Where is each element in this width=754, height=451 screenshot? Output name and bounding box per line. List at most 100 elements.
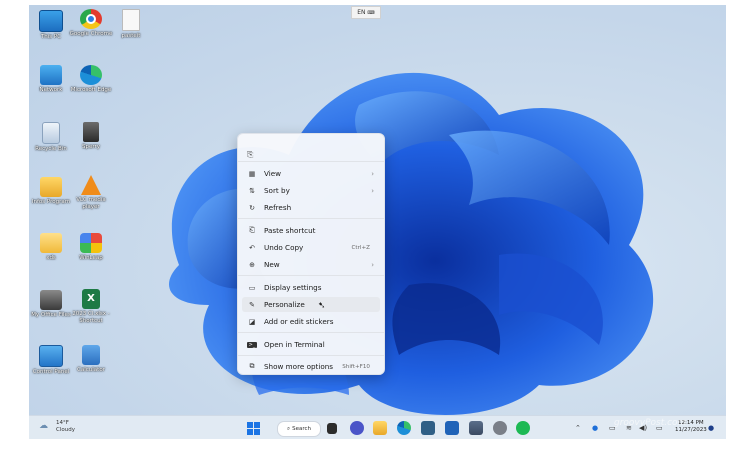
language-indicator[interactable]: EN ⌨: [351, 6, 381, 19]
network-icon: [40, 65, 62, 85]
watermark-text: groovyPost.com: [614, 418, 687, 428]
desktop-icon-my-office-files[interactable]: My Office Files: [29, 290, 73, 319]
desktop-icon-sperry[interactable]: Sperry: [69, 122, 113, 151]
desktop-icon-network[interactable]: Network: [29, 65, 73, 94]
menu-item-refresh[interactable]: ↻ Refresh: [242, 200, 380, 215]
desktop-icon-label: Infos Program: [31, 199, 71, 205]
tray-app-icon[interactable]: ●: [592, 424, 598, 432]
chevron-up-icon[interactable]: ⌃: [575, 424, 581, 432]
refresh-icon: ↻: [249, 203, 255, 212]
desktop-icon-xds[interactable]: xds: [29, 233, 73, 262]
desktop-icon-label: xds: [46, 255, 56, 261]
taskbar-search[interactable]: ⌕ Search: [277, 421, 321, 437]
desktop-icon-label: Google Chrome: [69, 31, 113, 37]
excel-icon: X: [82, 289, 100, 309]
desktop-icon-control-panel[interactable]: Control Panel: [29, 345, 73, 376]
menu-item-label: Show more options: [264, 362, 334, 371]
desktop-icon-excel-shortcut[interactable]: X 2023 Cl.xlsx - Shortcut: [69, 289, 113, 325]
office-files-icon: [40, 290, 62, 310]
desktop-icon-label: Recycle Bin: [35, 146, 67, 152]
desktop-icon-label: This PC: [40, 34, 62, 40]
desktop-icon-this-pc[interactable]: This PC: [29, 10, 73, 41]
paste-icon[interactable]: ⎘: [247, 150, 253, 159]
desktop-icon-pasteit[interactable]: pasteit: [109, 9, 153, 40]
desktop-icon-infos-program[interactable]: Infos Program: [29, 177, 73, 206]
desktop-icon-recycle-bin[interactable]: Recycle Bin: [29, 122, 73, 153]
monitor-icon: [39, 10, 63, 32]
menu-item-show-more-options[interactable]: ⧉ Show more options Shift+F10: [242, 359, 380, 374]
chat-icon[interactable]: [350, 421, 364, 435]
new-icon: ⊕: [249, 260, 255, 269]
folder-icon: [40, 233, 62, 253]
weather-temperature: 14°F: [56, 420, 69, 426]
desktop-icon-chrome[interactable]: Google Chrome: [69, 9, 113, 38]
menu-item-label: Paste shortcut: [264, 226, 316, 235]
weather-widget[interactable]: ☁ 14°F Cloudy: [39, 420, 75, 434]
menu-item-sort-by[interactable]: ⇅ Sort by ›: [242, 183, 380, 198]
calculator-icon: [82, 345, 100, 365]
weather-description: Cloudy: [56, 427, 75, 433]
menu-item-add-edit-stickers[interactable]: ◪ Add or edit stickers: [242, 314, 380, 329]
chrome-icon: [80, 9, 102, 29]
app-icon-generic[interactable]: [421, 421, 435, 435]
vlc-icon: [81, 175, 101, 195]
store-icon[interactable]: [469, 421, 483, 435]
menu-separator: [238, 332, 384, 333]
desktop-icon-calculator[interactable]: Calculator: [69, 345, 113, 374]
shortcut-label: Shift+F10: [342, 363, 370, 370]
menu-item-new[interactable]: ⊕ New ›: [242, 257, 380, 272]
menu-item-personalize[interactable]: ✎ Personalize ➷: [242, 297, 380, 312]
recycle-bin-icon: [42, 122, 60, 144]
spotify-icon[interactable]: [516, 421, 530, 435]
file-explorer-icon[interactable]: [373, 421, 387, 435]
chevron-right-icon: ›: [371, 260, 374, 269]
menu-item-undo-copy[interactable]: ↶ Undo Copy Ctrl+Z: [242, 240, 380, 255]
edge-icon: [80, 65, 102, 85]
paste-shortcut-icon: ⎗: [249, 226, 255, 234]
desktop-icon-label: My Office Files: [31, 312, 71, 318]
winleap-icon: [80, 233, 102, 253]
notification-icon[interactable]: ●: [708, 424, 714, 432]
chevron-right-icon: ›: [371, 186, 374, 195]
clock-date: 11/27/2023: [675, 427, 707, 433]
menu-separator: [238, 161, 384, 162]
desktop-icon-edge[interactable]: Microsoft Edge: [69, 65, 113, 94]
brush-icon: ✎: [249, 300, 255, 309]
desktop-screen[interactable]: EN ⌨ This PC Google Chrome pasteit Netwo…: [29, 5, 726, 439]
menu-item-label: Sort by: [264, 186, 290, 195]
desktop-icon-label: Calculator: [77, 367, 105, 373]
desktop-context-menu: ⎘ ▦ View › ⇅ Sort by › ↻ Refresh ⎗ Paste…: [237, 133, 385, 375]
task-view-button[interactable]: [327, 423, 337, 434]
chevron-right-icon: ›: [371, 169, 374, 178]
terminal-icon: >_: [247, 341, 257, 348]
menu-item-paste-shortcut[interactable]: ⎗ Paste shortcut: [242, 223, 380, 238]
context-menu-toolbar: ⎘: [247, 142, 259, 159]
menu-separator: [238, 218, 384, 219]
search-icon: ⌕: [287, 425, 291, 432]
sperry-icon: [83, 122, 99, 142]
menu-item-label: View: [264, 169, 282, 178]
menu-item-display-settings[interactable]: ▭ Display settings: [242, 280, 380, 295]
menu-item-label: Undo Copy: [264, 243, 304, 252]
windows-logo-icon: [247, 422, 261, 435]
desktop-icon-label: VLC media player: [76, 197, 106, 210]
remote-desktop-icon[interactable]: [445, 421, 459, 435]
menu-separator: [238, 275, 384, 276]
menu-item-view[interactable]: ▦ View ›: [242, 166, 380, 181]
edge-taskbar-icon[interactable]: [397, 421, 411, 435]
settings-gear-icon[interactable]: [493, 421, 507, 435]
desktop-icon-label: Control Panel: [32, 369, 70, 375]
desktop-icon-label: pasteit: [121, 33, 141, 39]
language-label: EN: [357, 9, 366, 16]
display-icon: ▭: [248, 283, 256, 292]
desktop-icon-winleap[interactable]: WinLeap: [69, 233, 113, 262]
menu-item-label: Display settings: [264, 283, 322, 292]
start-button[interactable]: [247, 421, 261, 435]
desktop-icon-label: Sperry: [81, 144, 101, 150]
keyboard-icon: ⌨: [367, 9, 375, 16]
menu-separator: [238, 355, 384, 356]
control-panel-icon: [39, 345, 63, 367]
search-label: Search: [292, 426, 311, 432]
desktop-icon-vlc[interactable]: VLC media player: [69, 175, 113, 211]
menu-item-open-terminal[interactable]: >_ Open in Terminal: [242, 337, 380, 352]
